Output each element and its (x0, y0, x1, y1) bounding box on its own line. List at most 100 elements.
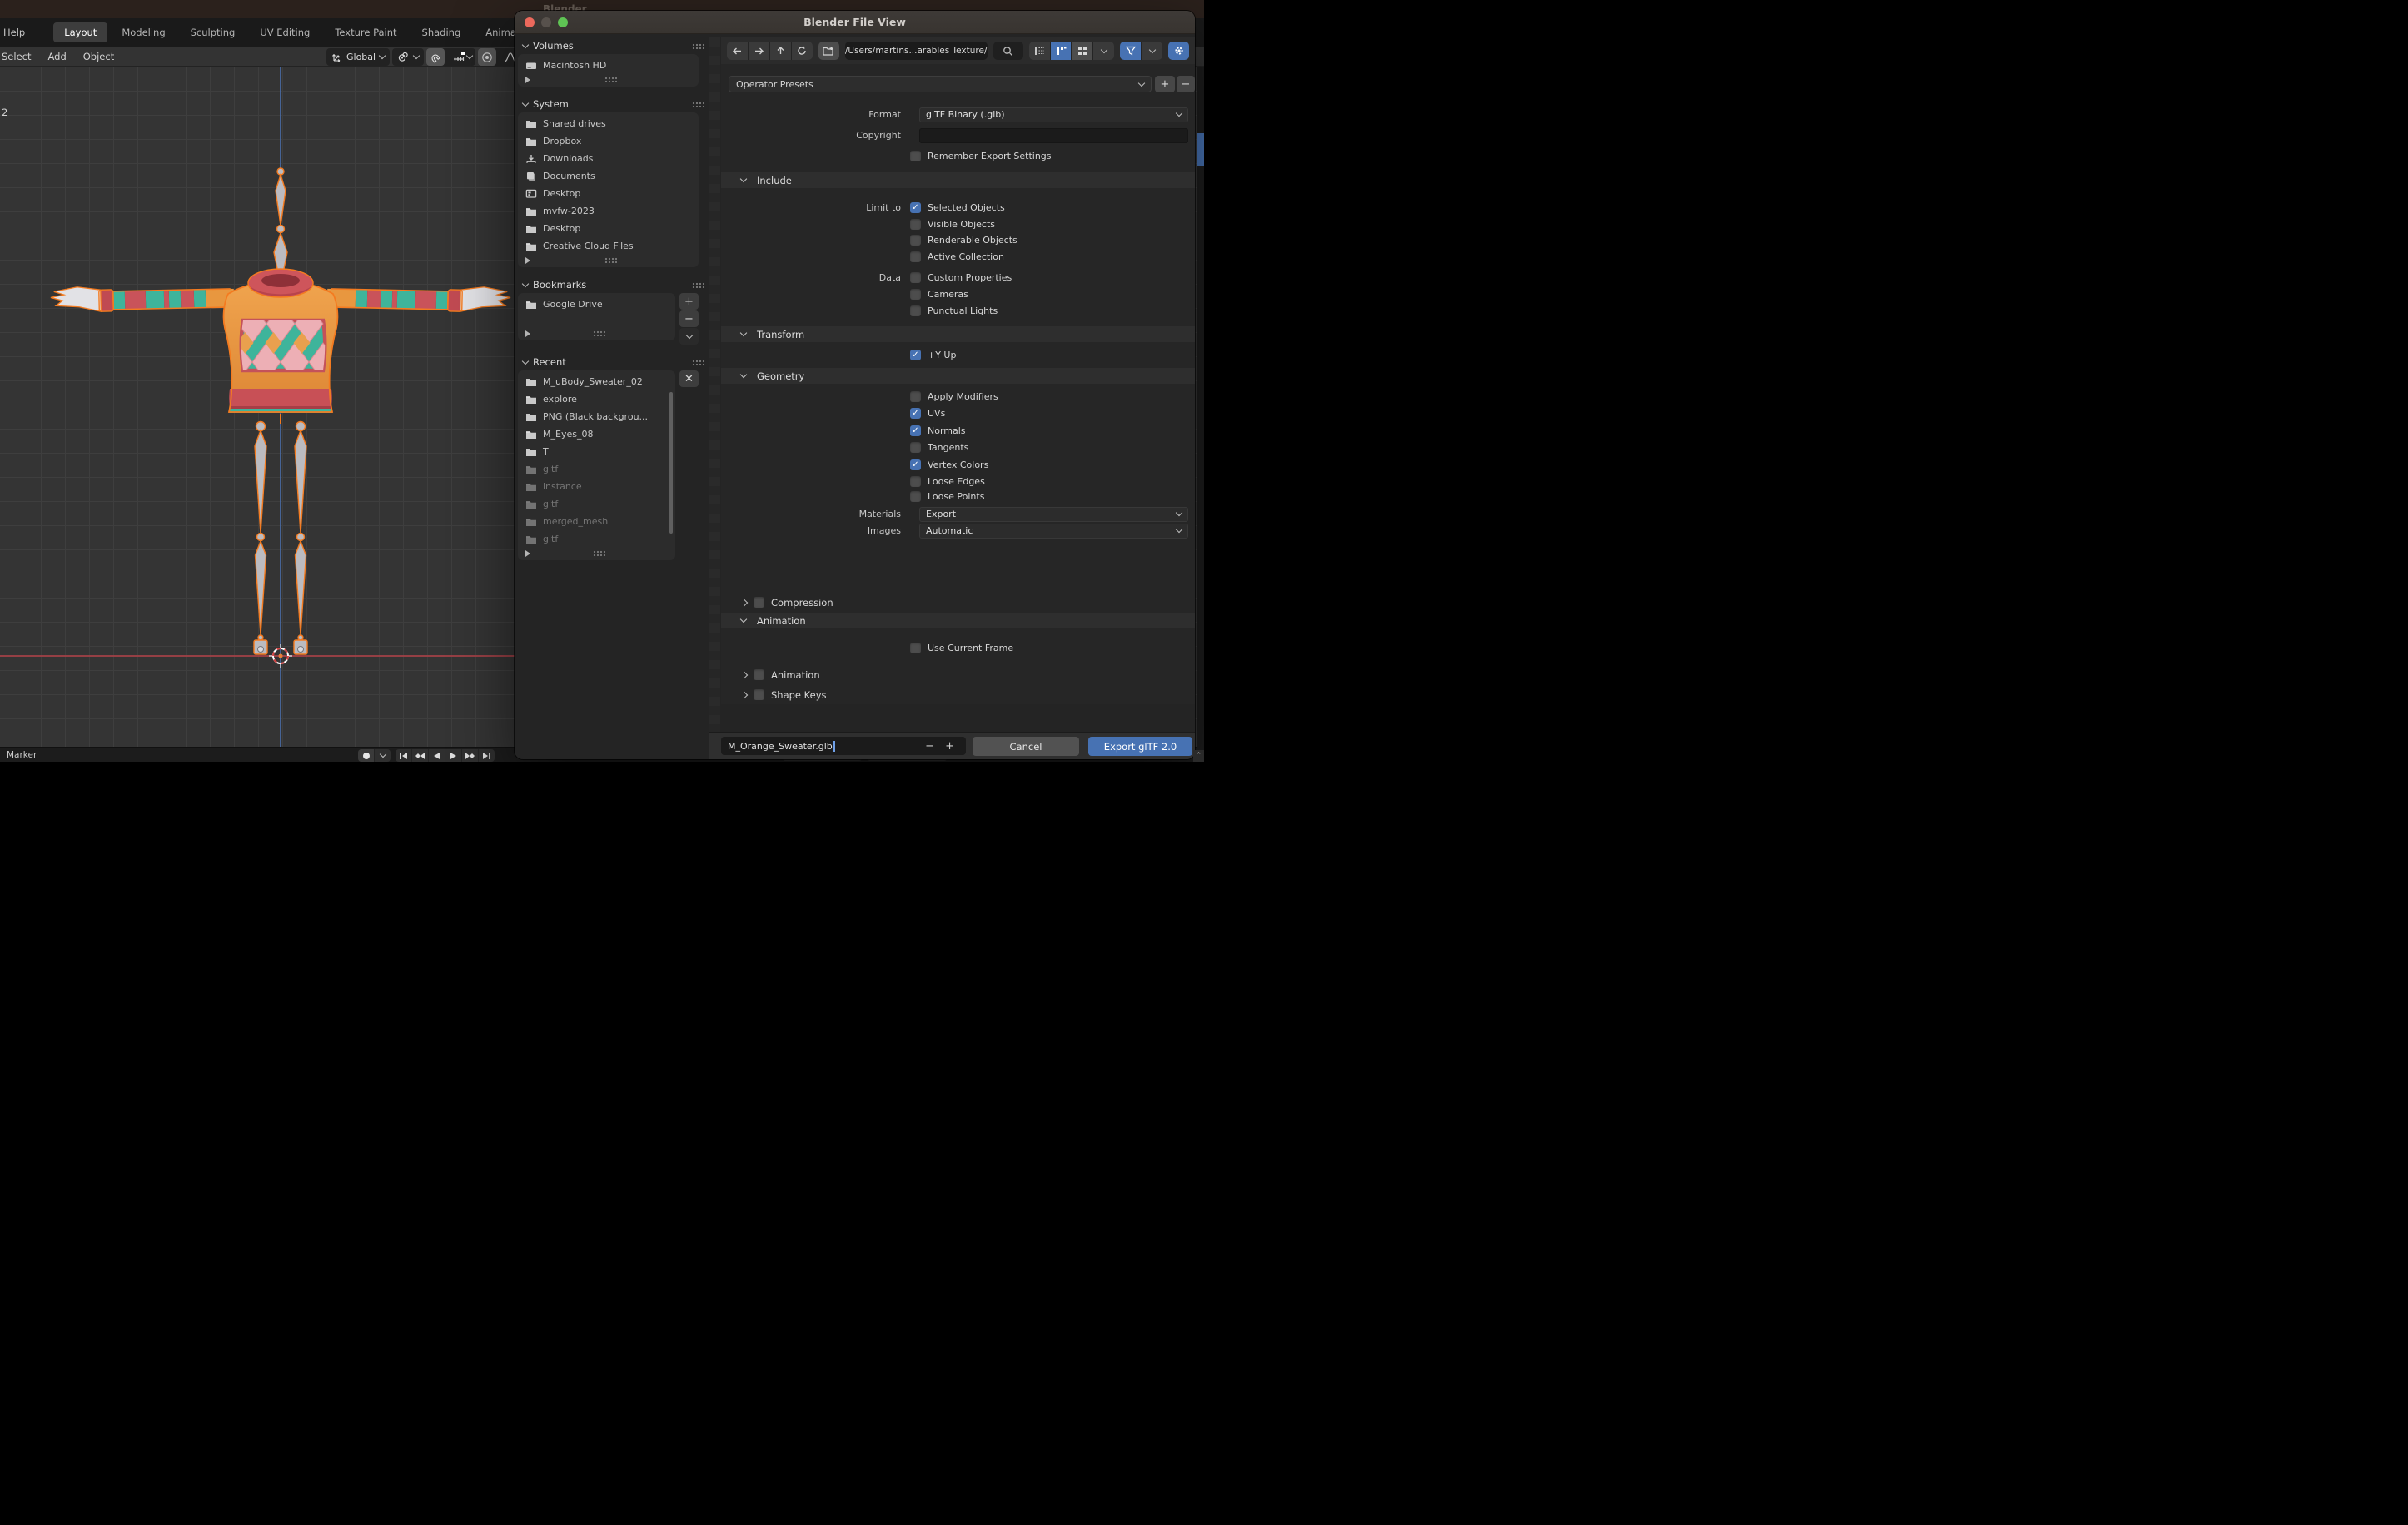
shape-keys-checkbox[interactable] (754, 689, 764, 700)
up-directory-button[interactable] (769, 42, 791, 60)
section-expander[interactable] (518, 74, 699, 85)
create-new-folder-button[interactable] (818, 42, 839, 60)
selected-objects-checkbox[interactable] (910, 202, 921, 213)
sidebar-item-png-black-backgrou-[interactable]: PNG (Black backgrou... (518, 408, 675, 425)
play-forward-button[interactable] (445, 749, 461, 762)
keying-set-dropdown[interactable] (375, 749, 391, 762)
sidebar-item-google-drive[interactable]: Google Drive (518, 296, 675, 313)
tab-modeling[interactable]: Modeling (111, 22, 176, 42)
play-reverse-button[interactable] (429, 749, 445, 762)
timeline-menu-marker[interactable]: Marker (7, 750, 37, 760)
custom-properties-checkbox[interactable] (910, 272, 921, 283)
vertex-colors-checkbox[interactable] (910, 459, 921, 470)
search-input[interactable] (993, 42, 1023, 60)
operator-presets-dropdown[interactable]: Operator Presets (729, 76, 1152, 92)
loose-points-checkbox[interactable] (910, 491, 921, 502)
remember-settings-checkbox[interactable] (910, 151, 921, 161)
sidebar-item-mvfw-2023[interactable]: mvfw-2023 (518, 202, 699, 220)
add-bookmark-button[interactable]: + (679, 293, 699, 310)
pivot-point-dropdown[interactable] (392, 48, 425, 66)
increment-filename-button[interactable]: + (945, 740, 954, 753)
settings-gear-button[interactable] (1168, 42, 1189, 60)
sidebar-item-desktop[interactable]: Desktop (518, 220, 699, 237)
jump-to-start-button[interactable] (396, 749, 411, 762)
tab-uv-editing[interactable]: UV Editing (249, 22, 321, 42)
filter-settings-dropdown[interactable] (1142, 42, 1163, 60)
refresh-button[interactable] (791, 42, 813, 60)
animation-section-row[interactable]: Animation (721, 667, 1188, 683)
next-keyframe-button[interactable] (462, 749, 478, 762)
sidebar-item-explore[interactable]: explore (518, 390, 675, 408)
cameras-checkbox[interactable] (910, 289, 921, 300)
use-current-frame-checkbox[interactable] (910, 643, 921, 653)
renderable-objects-checkbox[interactable] (910, 235, 921, 246)
animation-checkbox[interactable] (754, 669, 764, 680)
images-select[interactable]: Automatic (919, 523, 1188, 539)
section-expander[interactable] (518, 328, 675, 339)
sidebar-item-instance[interactable]: instance (518, 478, 675, 495)
export-gltf-button[interactable]: Export glTF 2.0 (1088, 737, 1192, 756)
animation-section-header[interactable]: Animation (721, 613, 1195, 628)
sidebar-item-t[interactable]: T (518, 443, 675, 460)
section-header-volumes[interactable]: Volumes (518, 37, 709, 54)
selected-sweater-character-model[interactable] (46, 162, 516, 670)
sidebar-item-dropbox[interactable]: Dropbox (518, 132, 699, 150)
right-sleeve[interactable] (326, 284, 511, 313)
loose-edges-checkbox[interactable] (910, 476, 921, 487)
remove-bookmark-button[interactable]: − (679, 310, 699, 327)
directory-path-field[interactable]: /Users/martins...arables Texture/ (844, 42, 988, 60)
apply-modifiers-checkbox[interactable] (910, 391, 921, 402)
collapse-chevron-icon[interactable]: ⌃ (1193, 750, 1204, 762)
sidebar-item-documents[interactable]: Documents (518, 167, 699, 185)
armature-leg-bones[interactable] (253, 420, 308, 655)
close-window-button[interactable] (525, 17, 535, 27)
sidebar-item-m-ubody-sweater-02[interactable]: M_uBody_Sweater_02 (518, 373, 675, 390)
prev-keyframe-button[interactable] (412, 749, 428, 762)
transform-orientation-dropdown[interactable]: Global (326, 48, 391, 66)
magnet-snap-toggle[interactable] (426, 48, 445, 66)
sidebar-item-shared-drives[interactable]: Shared drives (518, 115, 699, 132)
format-select[interactable]: glTF Binary (.glb) (919, 107, 1188, 122)
left-sleeve[interactable] (50, 284, 235, 313)
menu-object[interactable]: Object (75, 51, 122, 62)
snap-target-dropdown[interactable] (449, 48, 475, 66)
grip-dots-icon[interactable] (692, 101, 704, 107)
materials-select[interactable]: Export (919, 506, 1188, 522)
punctual-lights-checkbox[interactable] (910, 305, 921, 316)
normals-checkbox[interactable] (910, 425, 921, 436)
tangents-checkbox[interactable] (910, 442, 921, 453)
sidebar-item-m-eyes-08[interactable]: M_Eyes_08 (518, 425, 675, 443)
sidebar-item-desktop[interactable]: Desktop (518, 185, 699, 202)
geometry-section-header[interactable]: Geometry (721, 368, 1195, 384)
display-settings-dropdown[interactable] (1093, 42, 1115, 60)
menu-help[interactable]: Help (0, 23, 32, 42)
copyright-input[interactable] (919, 127, 1188, 143)
recent-scrollbar[interactable] (669, 392, 673, 534)
back-button[interactable] (727, 42, 748, 60)
vertical-list-view-button[interactable] (1028, 42, 1050, 60)
clear-recent-button[interactable]: ✕ (679, 370, 699, 387)
compression-checkbox[interactable] (754, 597, 764, 608)
sidebar-item-creative-cloud-files[interactable]: Creative Cloud Files (518, 237, 699, 255)
jump-to-end-button[interactable] (479, 749, 495, 762)
transform-section-header[interactable]: Transform (721, 326, 1195, 342)
decrement-filename-button[interactable]: − (925, 740, 934, 753)
forward-button[interactable] (748, 42, 769, 60)
section-header-bookmarks[interactable]: Bookmarks (518, 276, 709, 293)
grip-dots-icon[interactable] (692, 42, 704, 49)
tab-sculpting[interactable]: Sculpting (180, 22, 246, 42)
section-expander[interactable] (518, 548, 675, 559)
sidebar-item-macintosh-hd[interactable]: Macintosh HD (518, 57, 699, 74)
collapsed-file-list-strip[interactable] (709, 37, 720, 732)
tab-layout[interactable]: Layout (53, 22, 108, 42)
proportional-editing-toggle[interactable] (478, 48, 497, 66)
shape-keys-section-row[interactable]: Shape Keys (721, 687, 1188, 703)
tab-texture-paint[interactable]: Texture Paint (324, 22, 407, 42)
add-preset-button[interactable]: + (1155, 76, 1175, 92)
zoom-window-button[interactable] (558, 17, 568, 27)
grip-dots-icon[interactable] (692, 359, 704, 365)
grip-dots-icon[interactable] (692, 281, 704, 288)
tab-shading[interactable]: Shading (411, 22, 472, 42)
visible-objects-checkbox[interactable] (910, 219, 921, 230)
armature-head-bones[interactable] (273, 167, 288, 286)
